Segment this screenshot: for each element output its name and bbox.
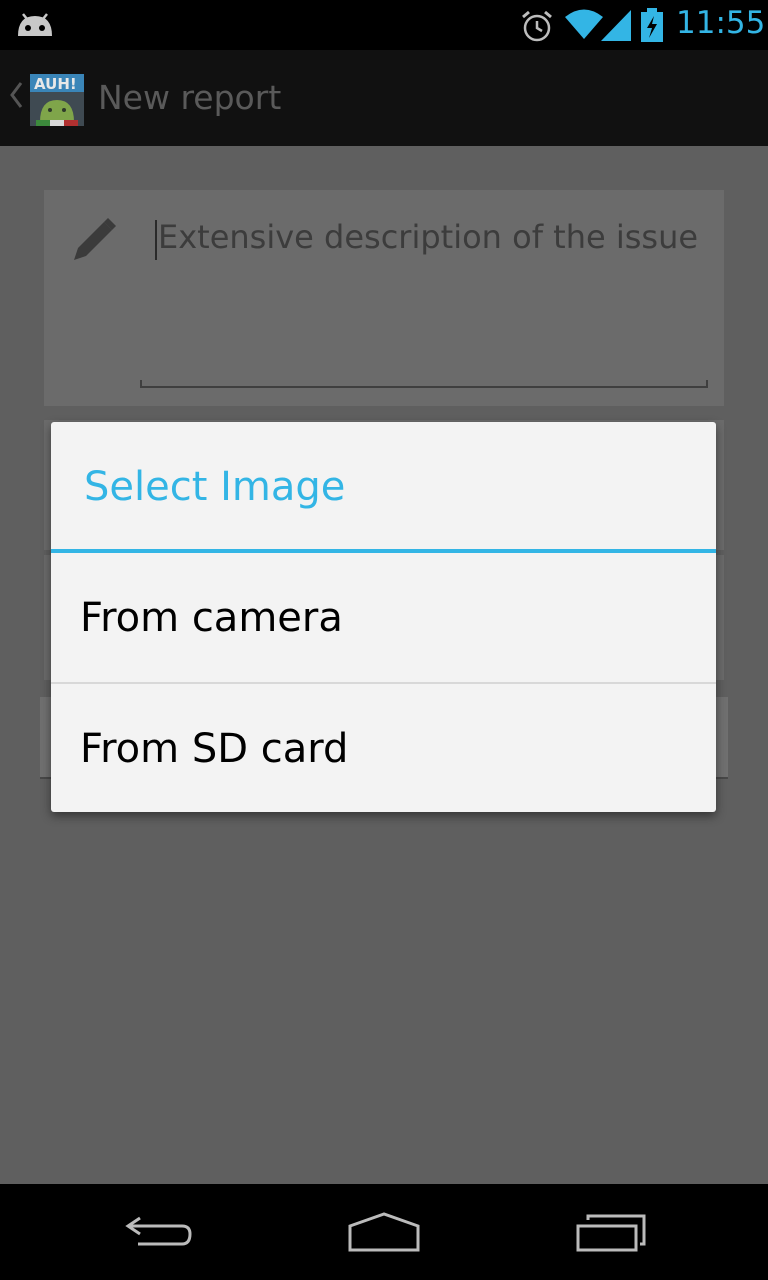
dialog-title: Select Image (84, 464, 346, 510)
description-placeholder: Extensive description of the issue (158, 218, 699, 256)
action-bar: AUH! New report (0, 50, 768, 146)
alarm-icon (520, 9, 554, 47)
back-icon[interactable] (124, 1212, 196, 1256)
status-clock: 11:55 (676, 5, 766, 41)
description-field[interactable]: Extensive description of the issue (44, 190, 724, 406)
wifi-icon (565, 8, 603, 44)
status-bar: 11:55 (0, 0, 768, 50)
signal-icon (601, 8, 633, 46)
navigation-bar (0, 1184, 768, 1280)
battery-charging-icon (640, 8, 664, 46)
select-image-dialog: Select Image From camera From SD card (51, 422, 716, 812)
option-label: From camera (80, 595, 343, 641)
app-icon[interactable]: AUH! (28, 72, 86, 128)
android-icon (14, 10, 56, 44)
up-caret-icon[interactable] (8, 80, 24, 114)
recents-icon[interactable] (574, 1212, 648, 1258)
field-underline (140, 380, 708, 388)
pencil-icon (68, 214, 118, 268)
page-title: New report (98, 78, 282, 117)
home-icon[interactable] (346, 1212, 422, 1258)
from-camera-option[interactable]: From camera (51, 553, 716, 681)
from-sd-card-option[interactable]: From SD card (51, 684, 716, 812)
text-cursor (155, 220, 157, 260)
svg-text:AUH!: AUH! (34, 75, 77, 93)
option-label: From SD card (80, 726, 349, 772)
